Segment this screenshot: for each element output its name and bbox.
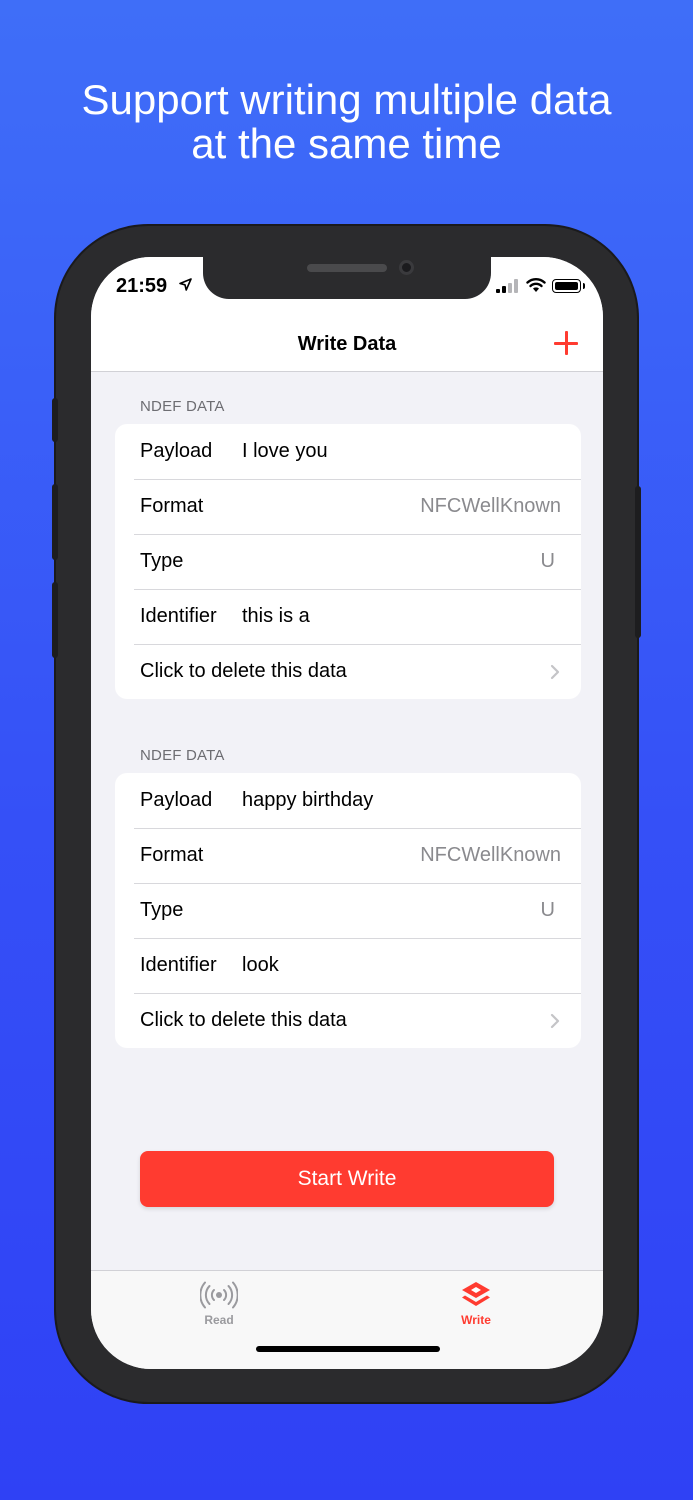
payload-label: Payload [140,789,213,811]
page-title: Write Data [297,333,397,355]
identifier-value[interactable]: look [242,954,561,977]
format-label: Format [140,844,204,866]
identifier-label: Identifier [140,605,217,627]
headline: Support writing multiple data at the sam… [0,78,693,166]
front-camera [399,260,414,275]
identifier-row[interactable]: Identifier this is a [115,589,581,644]
tab-read-label: Read [204,1313,234,1327]
type-value: U [540,550,555,572]
chevron-right-icon [550,1013,560,1028]
payload-row[interactable]: Payload I love you [115,424,581,479]
app-screen: 21:59 Write Data NDEF DATA Payload I lov… [91,257,603,1369]
payload-value[interactable]: happy birthday [242,789,561,812]
format-row[interactable]: Format NFCWellKnown [115,828,581,883]
type-label: Type [140,550,184,572]
section-header: NDEF DATA [140,747,225,764]
payload-value[interactable]: I love you [242,440,561,463]
battery-icon [552,279,585,293]
status-time: 21:59 [116,275,168,297]
phone-frame: 21:59 Write Data NDEF DATA Payload I lov… [52,226,641,1402]
volume-up-button [52,484,58,560]
ndef-data-card: Payload I love you Format NFCWellKnown T… [115,424,581,699]
ndef-data-card: Payload happy birthday Format NFCWellKno… [115,773,581,1048]
type-label: Type [140,899,184,921]
delete-data-row[interactable]: Click to delete this data [115,644,581,699]
home-indicator[interactable] [256,1346,440,1352]
tab-write-label: Write [461,1313,491,1327]
type-row[interactable]: Type U [115,883,581,938]
delete-data-row[interactable]: Click to delete this data [115,993,581,1048]
format-value: NFCWellKnown [420,495,561,517]
add-data-button[interactable] [553,330,579,356]
identifier-label: Identifier [140,954,217,976]
wifi-icon [526,278,546,292]
identifier-row[interactable]: Identifier look [115,938,581,993]
format-label: Format [140,495,204,517]
cellular-signal-icon [496,279,518,293]
earpiece-speaker [307,264,387,272]
volume-down-button [52,582,58,658]
delete-data-label: Click to delete this data [140,1009,347,1031]
payload-row[interactable]: Payload happy birthday [115,773,581,828]
tab-bar: Read Write [91,1270,603,1369]
tab-write[interactable]: Write [416,1281,536,1327]
notch [203,257,491,299]
chevron-right-icon [550,664,560,679]
type-value: U [540,899,555,921]
format-value: NFCWellKnown [420,844,561,866]
payload-label: Payload [140,440,213,462]
power-button [635,486,641,638]
mute-switch [52,398,58,442]
delete-data-label: Click to delete this data [140,660,347,682]
format-row[interactable]: Format NFCWellKnown [115,479,581,534]
headline-line-2: at the same time [191,120,502,167]
write-layers-icon [462,1282,490,1306]
navigation-bar: Write Data [91,317,603,372]
start-write-button[interactable]: Start Write [140,1151,554,1207]
type-row[interactable]: Type U [115,534,581,589]
section-header: NDEF DATA [140,398,225,415]
nfc-signal-icon [200,1281,238,1309]
headline-line-1: Support writing multiple data [81,76,612,123]
identifier-value[interactable]: this is a [242,605,561,628]
location-arrow-icon [179,278,192,291]
tab-read[interactable]: Read [159,1281,279,1327]
